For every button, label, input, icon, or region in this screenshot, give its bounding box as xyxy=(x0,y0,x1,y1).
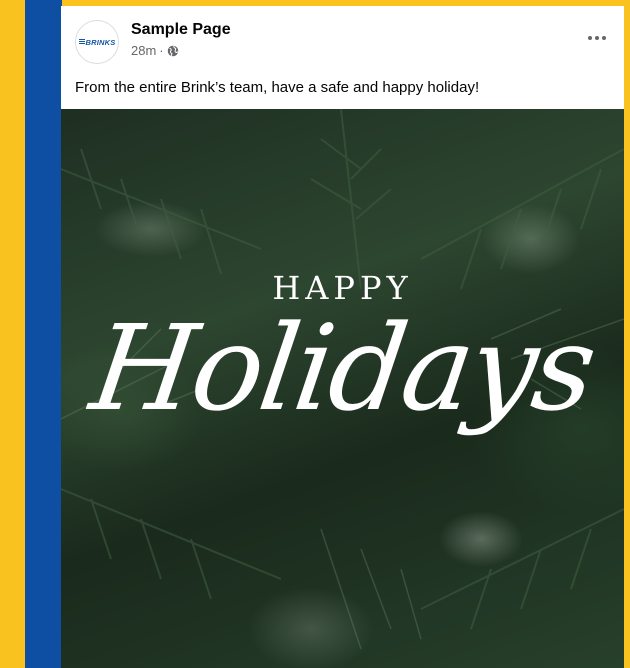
left-accent-bar xyxy=(25,0,62,668)
post-card: BRINKS Sample Page 28m · From the entire… xyxy=(61,6,624,668)
page-avatar[interactable]: BRINKS xyxy=(75,20,119,64)
post-image[interactable]: HAPPY Holidays xyxy=(61,109,624,668)
post-caption: From the entire Brink’s team, have a saf… xyxy=(75,79,480,96)
meta-separator: · xyxy=(159,43,164,58)
post-meta: 28m · xyxy=(131,43,179,58)
image-text-holidays: Holidays xyxy=(83,299,602,437)
post-header: BRINKS Sample Page 28m · xyxy=(61,6,624,72)
page-name-link[interactable]: Sample Page xyxy=(131,21,231,39)
more-options-button[interactable] xyxy=(582,28,612,48)
logo-text: BRINKS xyxy=(85,37,116,47)
more-options-icon xyxy=(588,36,606,40)
brinks-logo: BRINKS xyxy=(78,37,116,47)
logo-stripes-icon xyxy=(78,39,85,45)
post-timestamp[interactable]: 28m xyxy=(131,43,156,58)
globe-icon[interactable] xyxy=(167,45,179,57)
